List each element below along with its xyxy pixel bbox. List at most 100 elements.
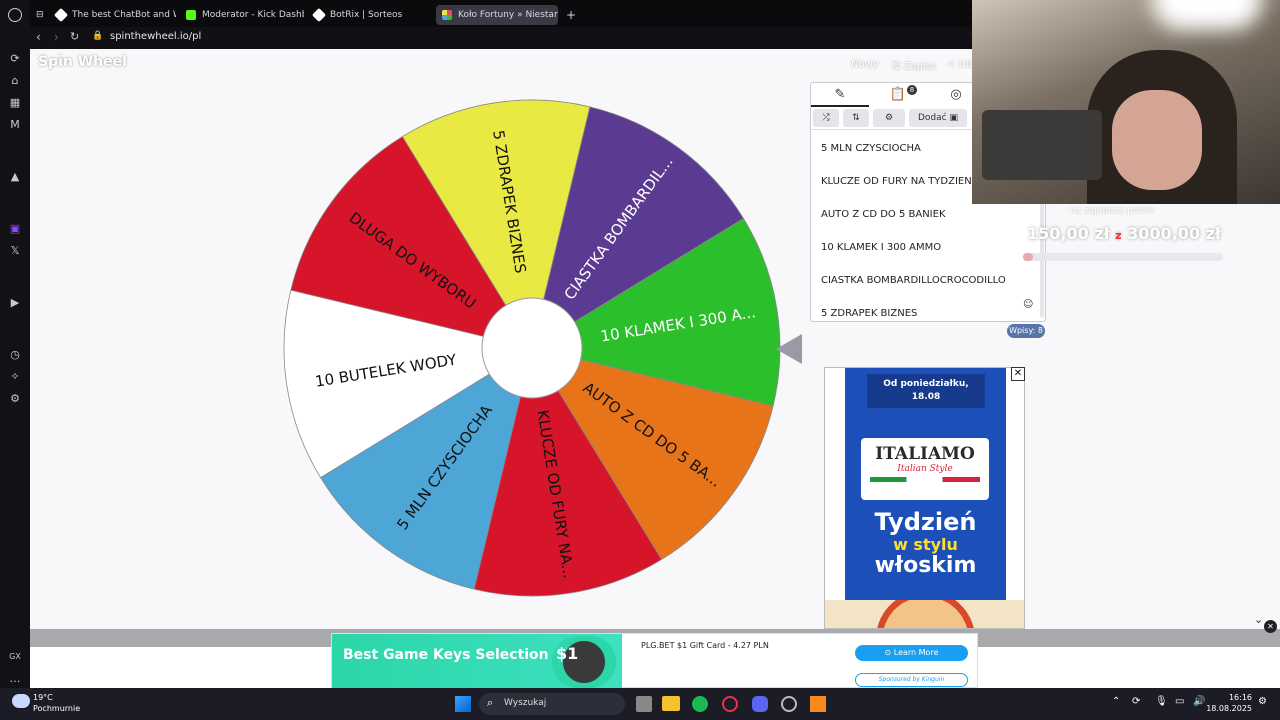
save-wheel-link[interactable]: 🖫 Zapisz [892,59,936,76]
wheel-pointer-icon [776,334,802,364]
settings-icon[interactable]: ⚙ [8,392,22,406]
wheel-hub[interactable] [481,297,583,399]
entry-item[interactable]: 5 ZDRAPEK BIZNES [821,308,917,319]
ad-date-box: Od poniedziałku, 18.08 [867,374,985,408]
play-icon[interactable]: ▶ [8,296,22,310]
tab-kolo-fortuny[interactable]: Koło Fortuny » Niestandar [436,5,558,25]
clock-time[interactable]: 16:16 [1212,693,1252,702]
results-badge: 8 [907,85,917,95]
twitch-icon[interactable]: ▣ [8,222,22,236]
italian-flag-stripe [870,477,980,482]
banner-hero: Best Game Keys Selection $1 [332,634,622,689]
cloud-icon [12,694,30,708]
back-icon[interactable]: ‹ [36,30,41,44]
kick-favicon-icon [186,10,196,20]
banner-title: Best Game Keys Selection [343,647,549,663]
app-icon[interactable] [810,696,826,712]
clock-icon[interactable]: ◷ [8,348,22,362]
reload-icon[interactable]: ↻ [70,30,79,43]
goal-progress-fill [1023,253,1033,261]
italiamo-logo: ITALIAMO Italian Style [861,438,989,500]
steam-icon[interactable] [781,696,797,712]
spotify-icon[interactable] [692,696,708,712]
sync-icon[interactable]: ⟳ [1132,696,1140,707]
goal-progress-bar [1023,253,1223,261]
pizza-image [825,600,1024,628]
banner-close-button[interactable]: ✕ [1264,620,1277,633]
m-app-icon[interactable]: M [8,118,22,132]
network-icon[interactable]: ▭ [1175,696,1184,707]
extensions-icon[interactable]: ✧ [8,370,22,384]
new-tab-button[interactable]: + [562,5,580,25]
background-equipment [982,110,1102,180]
ad-close-button[interactable]: ✕ [1011,367,1025,381]
tab-edit[interactable]: ✎ [811,83,869,107]
taskbar-search[interactable]: ⌕ Wyszukaj [479,693,625,715]
gallery-icon[interactable]: ▦ [8,96,22,110]
entry-item[interactable]: KLUCZE OD FURY NA TYDZIEN [821,176,972,187]
tab-botrix[interactable]: BotRix | Sorteos [308,5,428,25]
emoji-icon[interactable]: ☺ [1023,299,1033,310]
wheel-favicon-icon [442,10,452,20]
task-view-icon[interactable] [636,696,652,712]
entry-item[interactable]: 10 KLAMEK I 300 AMMO [821,242,941,253]
mic-icon[interactable]: 🎙 [1155,696,1168,707]
gift-card-icon: $1 [552,636,616,688]
image-icon: ▣ [949,113,958,123]
windows-start-icon[interactable] [455,696,471,712]
opera-gx-icon[interactable] [722,696,738,712]
ad-container[interactable]: Od poniedziałku, 18.08 ITALIAMO Italian … [824,367,1025,629]
webcam-feed [972,0,1280,204]
new-wheel-link[interactable]: Nowy [851,59,879,70]
taskbar: 19°C Pochmurnie ⌕ Wyszukaj ⌃ ⟳ 🎙 ▭ 🔊 16:… [0,688,1280,720]
gx-label[interactable]: GX [8,650,22,664]
pencil-icon: ✎ [834,87,846,102]
streamer-face [1112,90,1202,190]
ad-creative[interactable]: Od poniedziałku, 18.08 ITALIAMO Italian … [825,368,1024,628]
shuffle-icon: ⤮ [822,113,830,123]
more-icon[interactable]: … [8,672,22,686]
sort-button[interactable]: ⇅ [843,109,869,127]
spin-wheel[interactable]: 10 KLAMEK I 300 A...AUTO Z CD DO 5 BA...… [280,96,784,600]
bag-icon[interactable]: ⌂ [8,74,22,88]
chevron-down-icon[interactable]: ⌄ [1254,613,1263,626]
tab-bar: ⊟ The best ChatBot and Wi Moderator - Ki… [30,0,972,30]
entry-item[interactable]: CIASTKA BOMBARDILLOCROCODILLO [821,275,1006,286]
arrow-app-icon[interactable]: ▲ [8,170,22,184]
forward-icon[interactable]: › [54,30,59,44]
tab-results[interactable]: 📋 8 [869,83,927,107]
goal-caption: na zajebista palole [1070,206,1155,216]
botrix-favicon-icon [311,7,327,23]
search-icon: ⌕ [487,696,494,709]
entry-item[interactable]: 5 MLN CZYSCIOCHA [821,143,921,154]
ad-headline: Tydzień w stylu włoskim [874,508,977,578]
kinguin-banner[interactable]: Best Game Keys Selection $1 PLG.BET $1 G… [331,633,978,689]
x-icon[interactable]: 𝕏 [8,244,22,258]
goal-text: 150,00 zł z 3000,00 zł [1027,224,1221,243]
shuffle-button[interactable]: ⤮ [813,109,839,127]
clipboard-icon: 📋 [889,87,907,102]
gear-icon: ⚙ [884,113,894,123]
url-field[interactable]: spinthewheel.io/pl [110,30,201,44]
tab-kick-moderator[interactable]: Moderator - Kick Dashbo [180,5,304,25]
browser-sidebar: ⟳ ⌂ ▦ M ▲ ▣ 𝕏 ▶ ◷ ✧ ⚙ GX … [0,0,30,688]
site-logo[interactable]: Spin Wheel [38,54,127,70]
notifications-icon[interactable]: ⚙ [1258,696,1267,707]
file-explorer-icon[interactable] [662,696,680,711]
sort-icon: ⇅ [852,113,860,123]
weather-desc[interactable]: Pochmurnie [33,704,80,713]
refresh-icon[interactable]: ⟳ [8,52,22,66]
discord-icon[interactable] [752,696,768,712]
entry-item[interactable]: AUTO Z CD DO 5 BANIEK [821,209,946,220]
opera-logo-icon[interactable] [8,8,22,22]
weather-temp[interactable]: 19°C [33,693,53,702]
add-image-button[interactable]: Dodać ▣ [909,109,967,127]
tab-favicon-icon [53,7,69,23]
share-wheel-link[interactable]: < Ud [947,59,972,70]
window-light [1152,0,1262,30]
tray-chevron-icon[interactable]: ⌃ [1112,696,1120,707]
clock-date[interactable]: 18.08.2025 [1204,704,1252,713]
settings-button[interactable]: ⚙ [873,109,905,127]
tab-chatbot[interactable]: The best ChatBot and Wi [50,5,176,25]
learn-more-button[interactable]: ⊙ Learn More [855,645,968,661]
